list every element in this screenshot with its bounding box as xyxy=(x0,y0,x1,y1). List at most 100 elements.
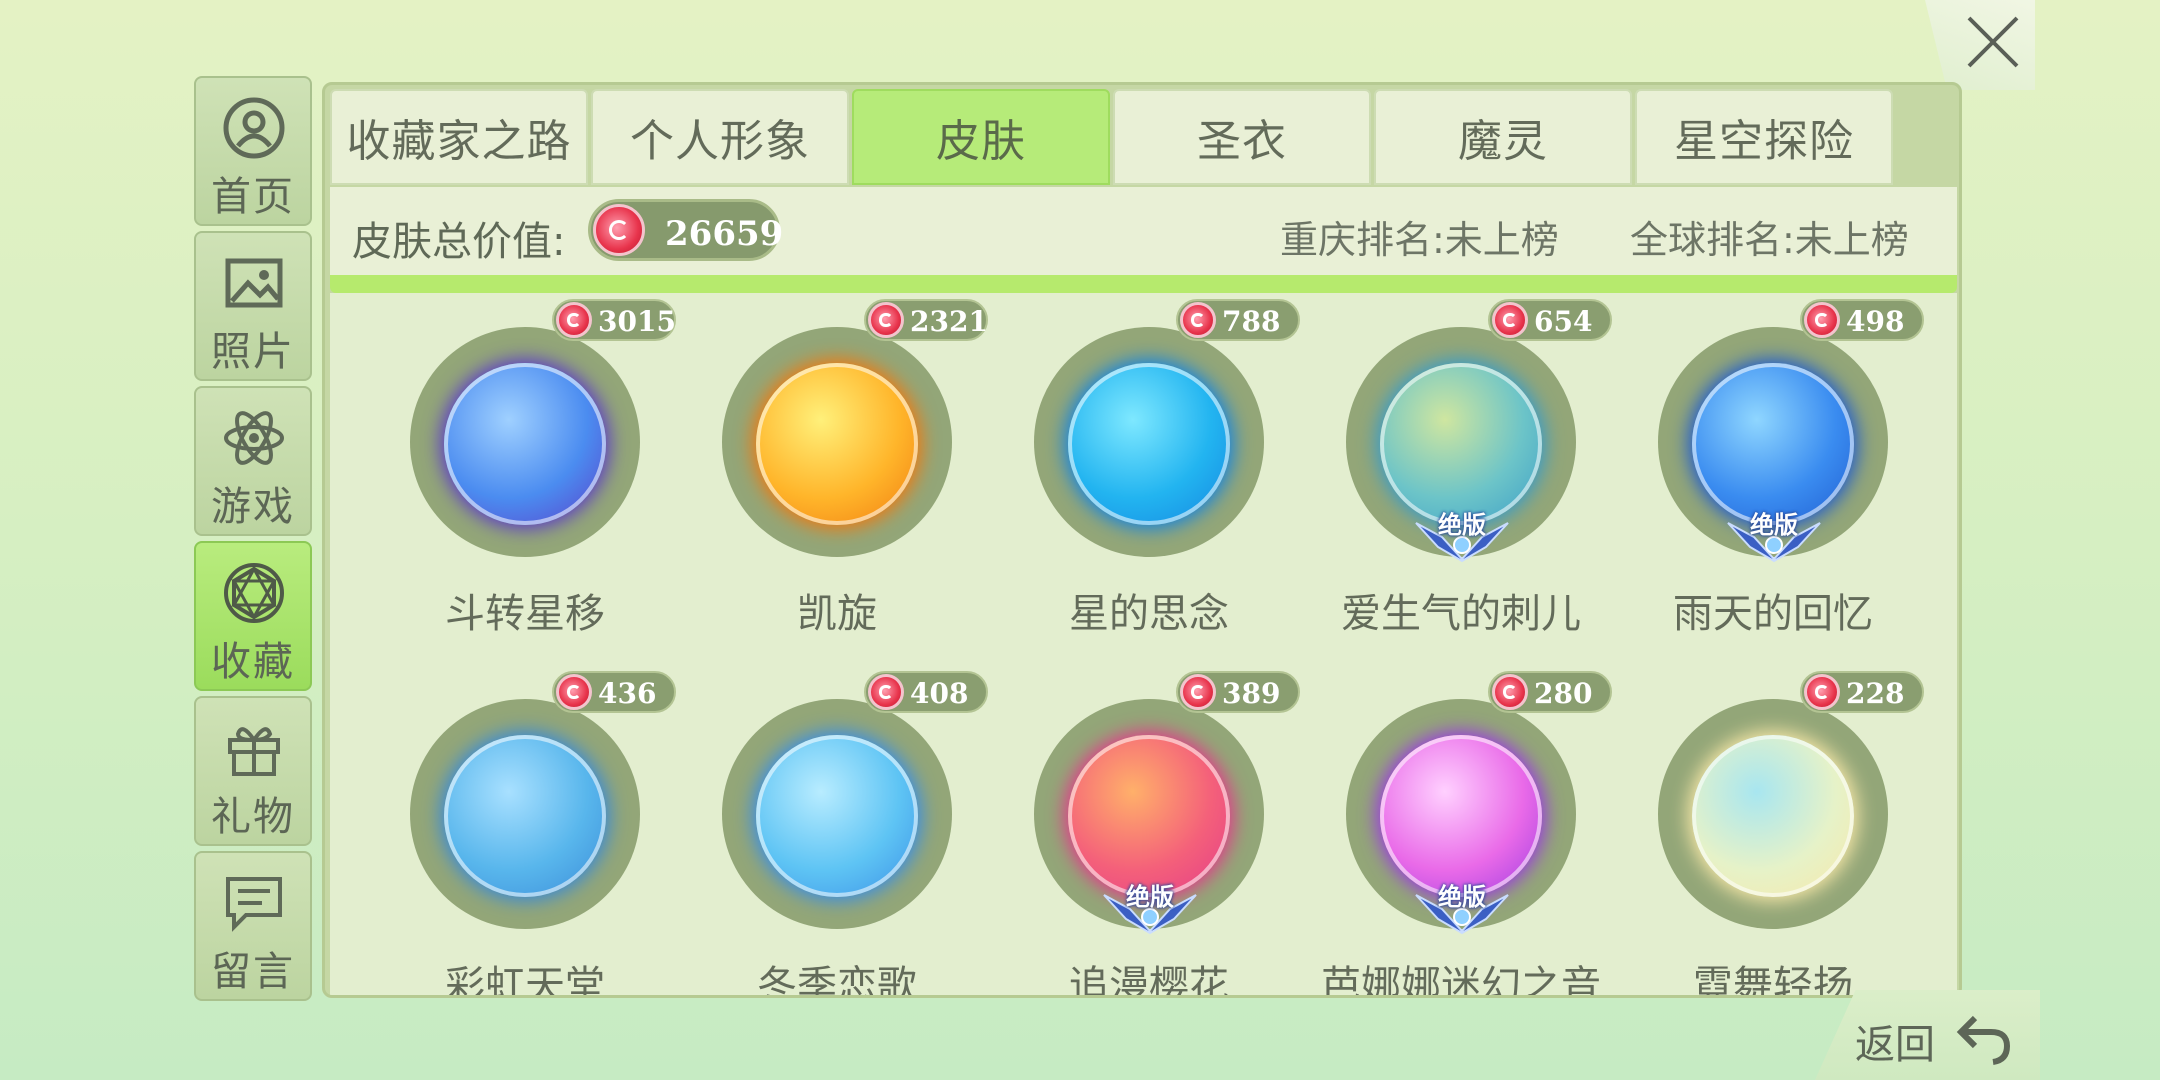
return-arrow-icon xyxy=(1956,1015,2011,1065)
sidebar-item-collection[interactable]: 收藏 xyxy=(194,541,312,691)
tab-collector-road[interactable]: 收藏家之路 xyxy=(330,89,588,185)
skin-preview xyxy=(444,735,606,897)
gift-icon xyxy=(228,727,280,776)
info-bar: 皮肤总价值: 26659 重庆排名:未上榜 全球排名:未上榜 xyxy=(330,187,1957,275)
skin-name: 星的思念 xyxy=(1069,591,1229,637)
skin-preview xyxy=(444,363,606,525)
skin-price: 2321 xyxy=(910,305,988,338)
skin-name: 雨天的回忆 xyxy=(1673,591,1873,637)
limited-edition-badge: 绝版 xyxy=(1724,503,1824,563)
limited-edition-badge: 绝版 xyxy=(1412,503,1512,563)
skin-price: 788 xyxy=(1222,305,1281,338)
sidebar-item-home[interactable]: 首页 xyxy=(194,76,312,226)
city-rank: 重庆排名:未上榜 xyxy=(1280,218,1559,262)
skin-price-badge: 498 xyxy=(1800,299,1924,341)
skin-price: 280 xyxy=(1534,677,1593,710)
total-value: 26659 xyxy=(665,214,784,254)
return-button[interactable]: 返回 xyxy=(1815,990,2040,1080)
skin-preview xyxy=(1380,735,1542,897)
skin-item[interactable]: 3015 斗转星移 xyxy=(370,281,676,651)
sidebar-item-messages[interactable]: 留言 xyxy=(194,851,312,1001)
total-value-label: 皮肤总价值: xyxy=(352,219,566,265)
skin-preview xyxy=(1692,363,1854,525)
limited-edition-badge: 绝版 xyxy=(1100,875,1200,935)
limited-edition-badge: 绝版 xyxy=(1412,875,1512,935)
skin-item[interactable]: 389 绝版追漫樱花 xyxy=(994,653,1300,995)
sidebar-item-label: 首页 xyxy=(211,174,295,220)
candy-icon xyxy=(868,674,904,710)
skin-item[interactable]: 436 彩虹天堂 xyxy=(370,653,676,995)
skin-preview xyxy=(756,735,918,897)
skin-preview xyxy=(1068,735,1230,897)
skin-item[interactable]: 2321 凯旋 xyxy=(682,281,988,651)
skin-item[interactable]: 654 绝版爱生气的刺儿 xyxy=(1306,281,1612,651)
skin-price: 228 xyxy=(1846,677,1905,710)
skin-price-badge: 3015 xyxy=(552,299,676,341)
tab-saint-cloth[interactable]: 圣衣 xyxy=(1113,89,1371,185)
candy-icon xyxy=(868,302,904,338)
sidebar-item-label: 游戏 xyxy=(211,484,295,530)
close-button[interactable] xyxy=(1925,0,2035,90)
limited-edition-label: 绝版 xyxy=(1438,511,1486,539)
sidebar: 首页 照片 游戏 收藏 礼物 留言 xyxy=(194,76,312,1006)
candy-icon xyxy=(556,674,592,710)
message-icon xyxy=(226,877,282,932)
skin-name: 彩虹天堂 xyxy=(445,963,605,998)
sidebar-item-gifts[interactable]: 礼物 xyxy=(194,696,312,846)
skin-name: 芭娜娜迷幻之音 xyxy=(1321,963,1601,998)
candy-icon xyxy=(1180,302,1216,338)
skin-price-badge: 788 xyxy=(1176,299,1300,341)
skin-name: 斗转星移 xyxy=(445,591,605,637)
skin-price: 3015 xyxy=(598,305,676,338)
skin-name: 凯旋 xyxy=(797,591,877,637)
skin-preview xyxy=(1692,735,1854,897)
tab-bar: 收藏家之路 个人形象 皮肤 圣衣 魔灵 星空探险 xyxy=(330,89,1893,185)
return-label: 返回 xyxy=(1855,1022,1935,1068)
skin-item[interactable]: 498 绝版雨天的回忆 xyxy=(1618,281,1924,651)
collection-panel: 收藏家之路 个人形象 皮肤 圣衣 魔灵 星空探险 皮肤总价值: 26659 重庆… xyxy=(322,82,1962,998)
candy-icon xyxy=(1804,674,1840,710)
close-icon xyxy=(1967,16,2019,68)
skin-price: 408 xyxy=(910,677,969,710)
skin-preview xyxy=(1380,363,1542,525)
skin-grid: 3015 斗转星移 2321 凯旋 788 星的思念 654 绝版 爱生气的刺儿 498 绝版 雨天的… xyxy=(330,293,1957,995)
sidebar-item-games[interactable]: 游戏 xyxy=(194,386,312,536)
candy-icon xyxy=(1492,302,1528,338)
skin-price-badge: 228 xyxy=(1800,671,1924,713)
photo-icon xyxy=(225,258,283,308)
sidebar-item-label: 留言 xyxy=(211,949,295,995)
global-rank: 全球排名:未上榜 xyxy=(1630,218,1909,262)
tab-spirits[interactable]: 魔灵 xyxy=(1374,89,1632,185)
skin-item[interactable]: 408 冬季恋歌 xyxy=(682,653,988,995)
tab-star-adventure[interactable]: 星空探险 xyxy=(1635,89,1893,185)
skin-price: 654 xyxy=(1534,305,1593,338)
limited-edition-label: 绝版 xyxy=(1438,883,1486,911)
limited-edition-label: 绝版 xyxy=(1126,883,1174,911)
atom-icon xyxy=(224,411,284,465)
skin-name: 爱生气的刺儿 xyxy=(1341,591,1581,637)
candy-icon xyxy=(556,302,592,338)
candy-icon xyxy=(1492,674,1528,710)
tab-skins[interactable]: 皮肤 xyxy=(852,89,1110,185)
skin-price-badge: 654 xyxy=(1488,299,1612,341)
skin-name: 冬季恋歌 xyxy=(757,963,917,998)
skin-name: 追漫樱花 xyxy=(1069,963,1229,998)
skin-price: 389 xyxy=(1222,677,1281,710)
tab-personal-image[interactable]: 个人形象 xyxy=(591,89,849,185)
skin-price-badge: 436 xyxy=(552,671,676,713)
skin-preview xyxy=(756,363,918,525)
sidebar-item-photos[interactable]: 照片 xyxy=(194,231,312,381)
skin-preview xyxy=(1068,363,1230,525)
skin-price-badge: 408 xyxy=(864,671,988,713)
skin-price: 436 xyxy=(598,677,657,710)
limited-edition-label: 绝版 xyxy=(1750,511,1798,539)
candy-icon xyxy=(1180,674,1216,710)
skin-price-badge: 2321 xyxy=(864,299,988,341)
sidebar-item-label: 收藏 xyxy=(211,639,295,685)
skin-item[interactable]: 788 星的思念 xyxy=(994,281,1300,651)
skin-item[interactable]: 228 霓舞轻扬 xyxy=(1618,653,1924,995)
skin-item[interactable]: 280 绝版芭娜娜迷幻之音 xyxy=(1306,653,1612,995)
diamond-icon xyxy=(224,563,284,623)
total-value-badge: 26659 xyxy=(588,199,784,261)
skin-price: 498 xyxy=(1846,305,1905,338)
